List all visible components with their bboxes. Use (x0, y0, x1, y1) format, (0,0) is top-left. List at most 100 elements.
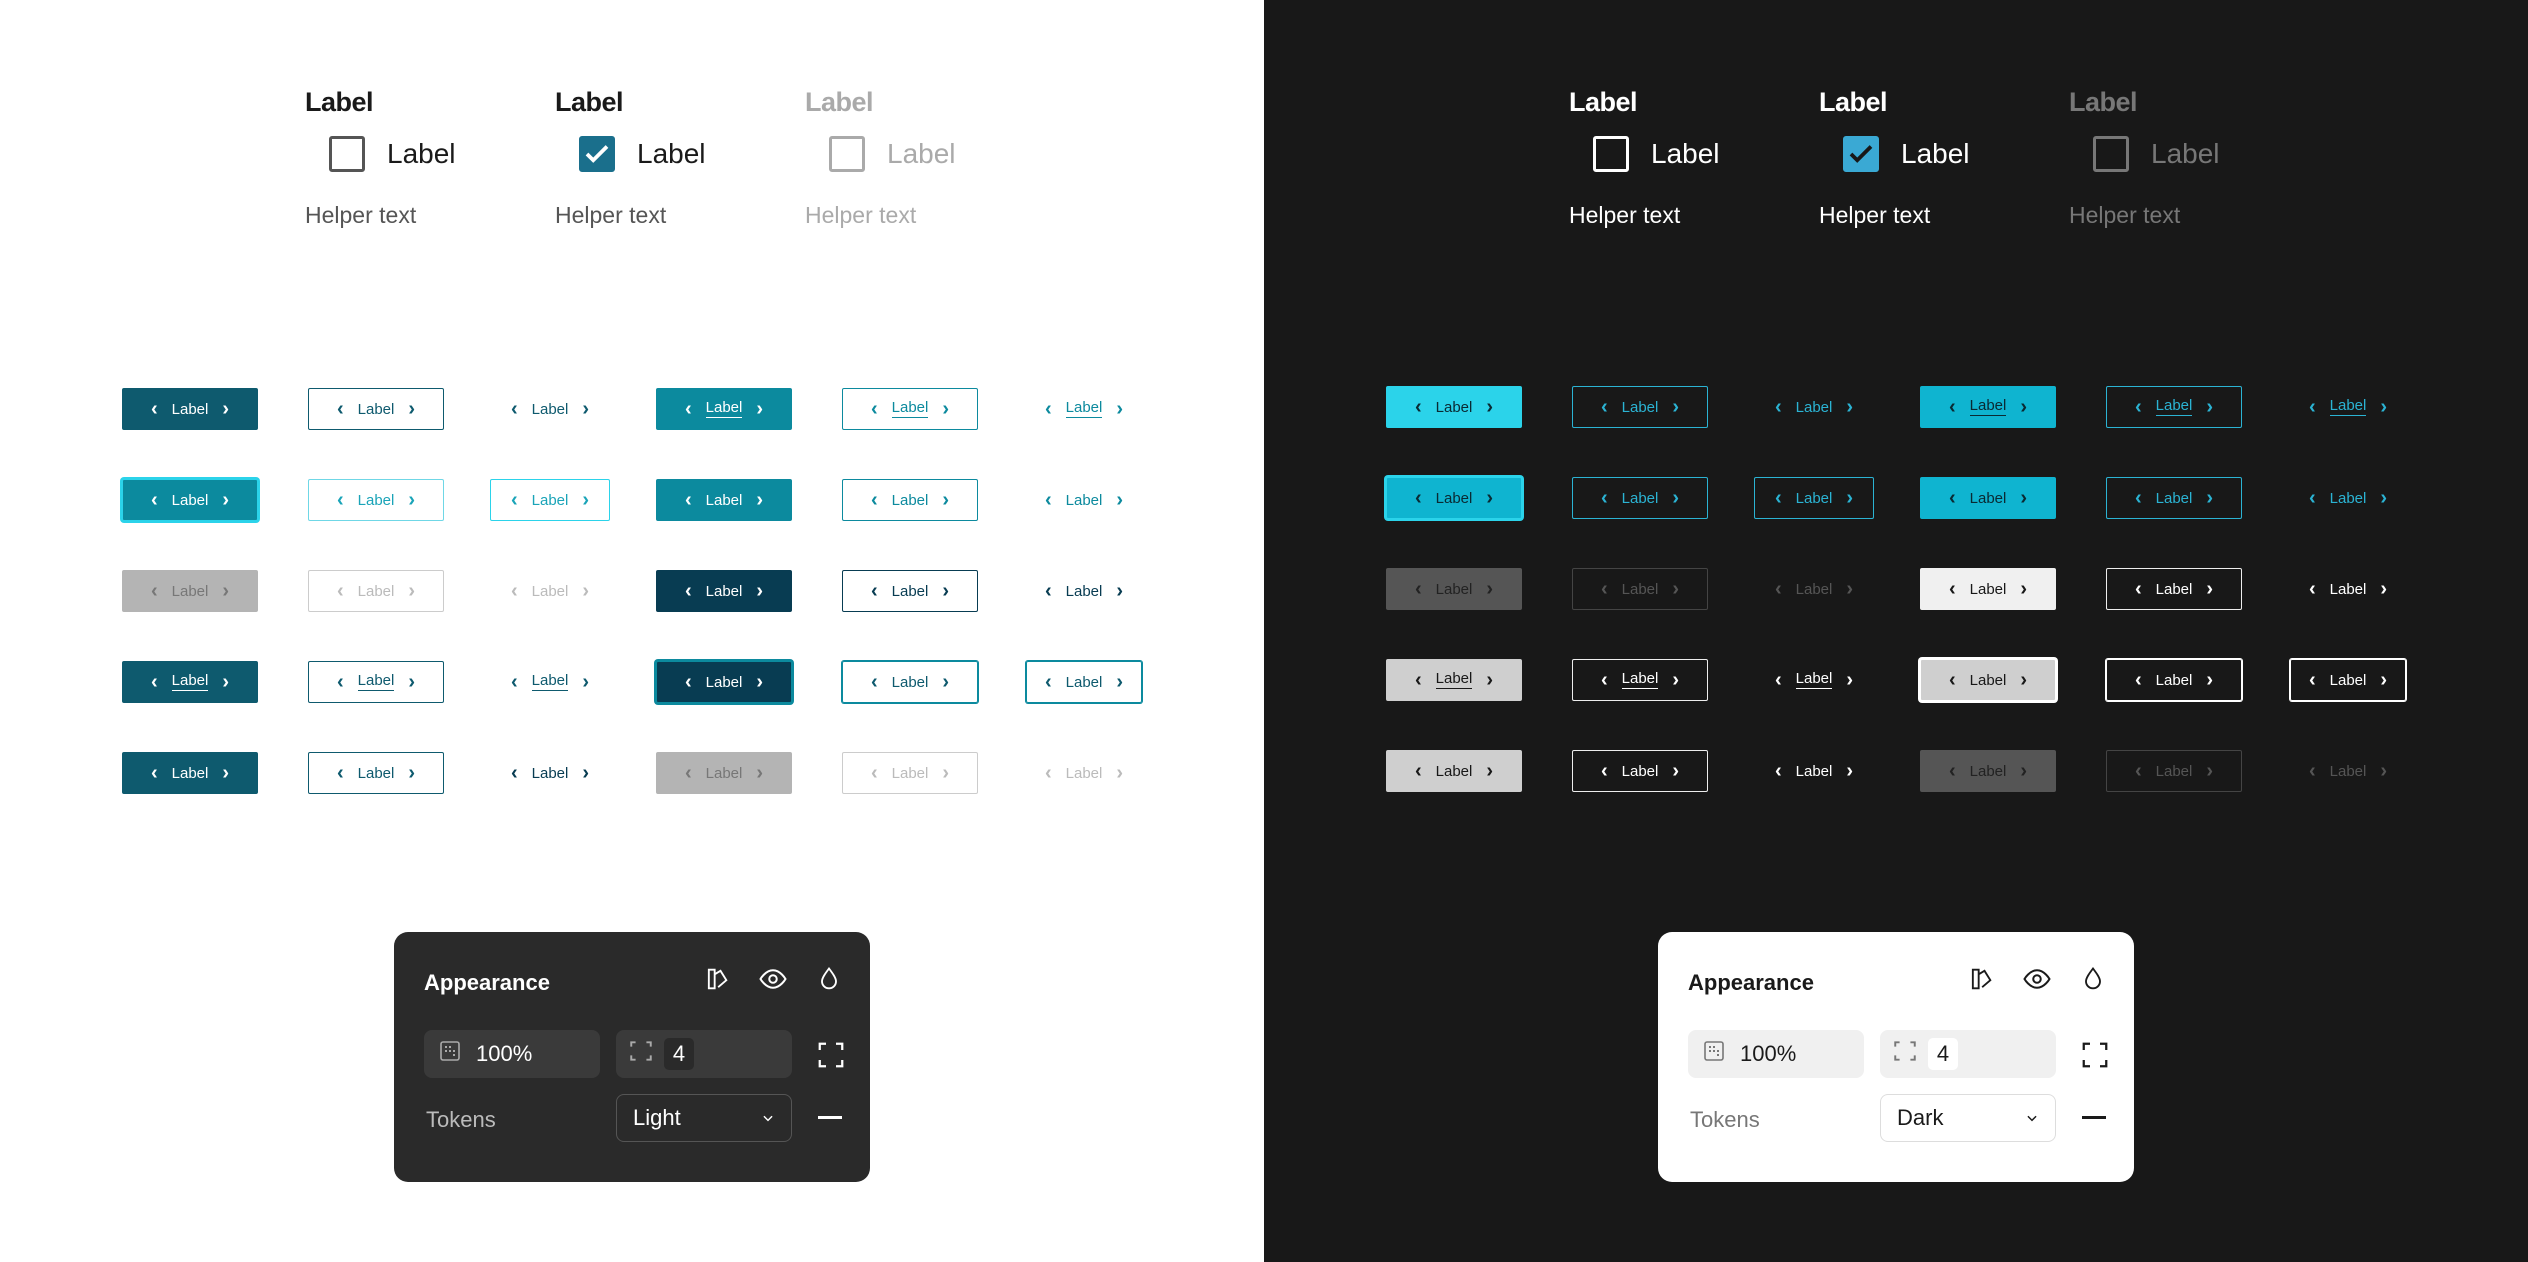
label-button[interactable]: ‹ Label › (1026, 570, 1142, 612)
chevron-left-icon: ‹ (336, 398, 344, 420)
radius-value[interactable]: 4 (1928, 1038, 1958, 1070)
label-button[interactable]: ‹ Label › (1026, 661, 1142, 703)
label-button[interactable]: ‹ Label › (1572, 568, 1708, 610)
label-button[interactable]: ‹ Label › (2106, 568, 2242, 610)
label-button[interactable]: ‹ Label › (842, 661, 978, 703)
label-button[interactable]: ‹ Label › (1386, 750, 1522, 792)
label-button[interactable]: ‹ Label › (1386, 477, 1522, 519)
label-button[interactable]: ‹ Label › (842, 479, 978, 521)
label-button[interactable]: ‹ Label › (842, 570, 978, 612)
chevron-right-icon: › (756, 580, 764, 602)
label-button[interactable]: ‹ Label › (656, 570, 792, 612)
label-button[interactable]: ‹ Label › (842, 752, 978, 794)
label-button[interactable]: ‹ Label › (122, 752, 258, 794)
label-button[interactable]: ‹ Label › (1754, 750, 1874, 792)
checkbox-row[interactable]: Label (329, 124, 505, 184)
helper-text: Helper text (1569, 202, 1681, 228)
label-button[interactable]: ‹ Label › (122, 570, 258, 612)
label-button[interactable]: ‹ Label › (1572, 750, 1708, 792)
minus-icon[interactable] (818, 1116, 842, 1119)
label-button[interactable]: ‹ Label › (2290, 750, 2406, 792)
label-button[interactable]: ‹ Label › (308, 388, 444, 430)
label-button[interactable]: ‹ Label › (1026, 388, 1142, 430)
chevron-right-icon: › (222, 489, 230, 511)
label-button[interactable]: ‹ Label › (2290, 386, 2406, 428)
label-button[interactable]: ‹ Label › (1386, 568, 1522, 610)
label-button[interactable]: ‹ Label › (308, 752, 444, 794)
chevron-right-icon: › (222, 580, 230, 602)
label-button[interactable]: ‹ Label › (2106, 477, 2242, 519)
drop-icon[interactable] (814, 964, 844, 994)
label-button[interactable]: ‹ Label › (1754, 386, 1874, 428)
label-button[interactable]: ‹ Label › (122, 661, 258, 703)
label-button[interactable]: ‹ Label › (1920, 659, 2056, 701)
label-button[interactable]: ‹ Label › (2290, 477, 2406, 519)
label-button[interactable]: ‹ Label › (1920, 750, 2056, 792)
label-button[interactable]: ‹ Label › (490, 661, 610, 703)
variant-icon[interactable] (702, 964, 732, 994)
chevron-left-icon: ‹ (2308, 669, 2316, 691)
tokens-select[interactable]: Light (616, 1094, 792, 1142)
button-label: Label (2155, 762, 2193, 780)
chevron-left-icon: ‹ (1600, 669, 1608, 691)
chevron-right-icon: › (756, 489, 764, 511)
label-button[interactable]: ‹ Label › (1920, 386, 2056, 428)
label-button[interactable]: ‹ Label › (1572, 386, 1708, 428)
chevron-right-icon: › (1486, 487, 1494, 509)
label-button[interactable]: ‹ Label › (490, 479, 610, 521)
checkbox-checked[interactable] (579, 136, 615, 172)
variant-icon[interactable] (1966, 964, 1996, 994)
label-button[interactable]: ‹ Label › (1754, 659, 1874, 701)
label-button[interactable]: ‹ Label › (2290, 659, 2406, 701)
checkbox[interactable] (329, 136, 365, 172)
label-button[interactable]: ‹ Label › (1026, 479, 1142, 521)
label-button[interactable]: ‹ Label › (308, 479, 444, 521)
label-button[interactable]: ‹ Label › (1754, 477, 1874, 519)
label-button[interactable]: ‹ Label › (490, 388, 610, 430)
checkbox-label: Label (1651, 138, 1720, 169)
radius-field[interactable]: 4 (616, 1030, 792, 1078)
label-button[interactable]: ‹ Label › (1386, 386, 1522, 428)
label-button[interactable]: ‹ Label › (490, 752, 610, 794)
checkbox-row[interactable]: Label (579, 124, 755, 184)
checkbox-row[interactable]: Label (1593, 124, 1769, 184)
minus-icon[interactable] (2082, 1116, 2106, 1119)
label-button[interactable]: ‹ Label › (1754, 568, 1874, 610)
label-button[interactable]: ‹ Label › (656, 661, 792, 703)
chevron-right-icon: › (942, 762, 950, 784)
label-button[interactable]: ‹ Label › (2106, 659, 2242, 701)
label-button[interactable]: ‹ Label › (2106, 386, 2242, 428)
label-button[interactable]: ‹ Label › (308, 570, 444, 612)
checkbox[interactable] (1593, 136, 1629, 172)
radius-value[interactable]: 4 (664, 1038, 694, 1070)
eye-icon[interactable] (758, 964, 788, 994)
label-button[interactable]: ‹ Label › (842, 388, 978, 430)
label-button[interactable]: ‹ Label › (308, 661, 444, 703)
label-button[interactable]: ‹ Label › (490, 570, 610, 612)
eye-icon[interactable] (2022, 964, 2052, 994)
opacity-field[interactable]: 100% (424, 1030, 600, 1078)
label-button[interactable]: ‹ Label › (1386, 659, 1522, 701)
checkbox-checked[interactable] (1843, 136, 1879, 172)
label-button[interactable]: ‹ Label › (122, 479, 258, 521)
label-button[interactable]: ‹ Label › (1920, 477, 2056, 519)
drop-icon[interactable] (2078, 964, 2108, 994)
checkbox-row[interactable]: Label (1843, 124, 2019, 184)
label-button[interactable]: ‹ Label › (656, 388, 792, 430)
expand-icon[interactable] (2080, 1040, 2110, 1070)
label-button[interactable]: ‹ Label › (1920, 568, 2056, 610)
radius-field[interactable]: 4 (1880, 1030, 2056, 1078)
expand-icon[interactable] (816, 1040, 846, 1070)
label-button[interactable]: ‹ Label › (1572, 659, 1708, 701)
opacity-field[interactable]: 100% (1688, 1030, 1864, 1078)
chevron-down-icon (761, 1105, 775, 1131)
label-button[interactable]: ‹ Label › (656, 479, 792, 521)
label-button[interactable]: ‹ Label › (122, 388, 258, 430)
tokens-select[interactable]: Dark (1880, 1094, 2056, 1142)
label-button[interactable]: ‹ Label › (2106, 750, 2242, 792)
button-label: Label (531, 400, 569, 418)
label-button[interactable]: ‹ Label › (1026, 752, 1142, 794)
label-button[interactable]: ‹ Label › (1572, 477, 1708, 519)
label-button[interactable]: ‹ Label › (656, 752, 792, 794)
label-button[interactable]: ‹ Label › (2290, 568, 2406, 610)
